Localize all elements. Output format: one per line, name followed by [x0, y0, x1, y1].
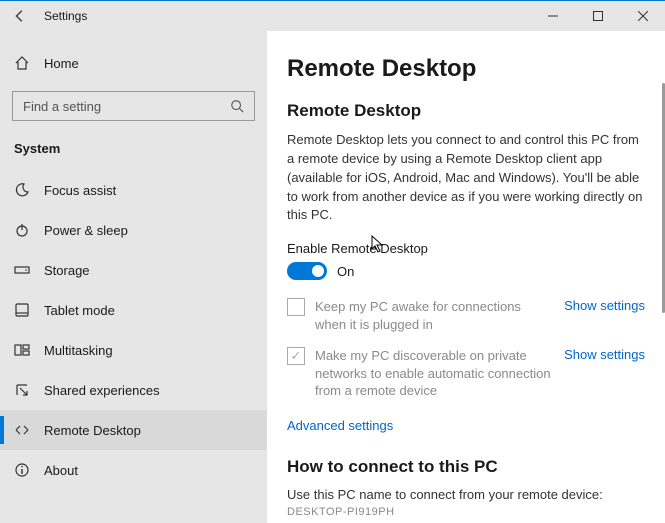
search-icon	[230, 99, 246, 113]
sidebar: Home System Focus assist	[0, 31, 267, 523]
nav-item-label: Power & sleep	[44, 223, 128, 238]
pc-name-value: DESKTOP-PI919PH	[287, 506, 645, 518]
minimize-button[interactable]	[530, 1, 575, 31]
advanced-settings-link[interactable]: Advanced settings	[287, 418, 393, 433]
settings-window: Settings Home System	[0, 0, 665, 523]
option-text: Keep my PC awake for connections when it…	[315, 298, 554, 333]
nav-item-label: Shared experiences	[44, 383, 160, 398]
group-header: System	[0, 127, 267, 164]
page-title: Remote Desktop	[287, 55, 645, 83]
nav-item-shared-experiences[interactable]: Shared experiences	[0, 370, 267, 410]
nav-item-label: About	[44, 463, 78, 478]
nav-item-label: Tablet mode	[44, 303, 115, 318]
power-icon	[14, 222, 30, 238]
connect-title: How to connect to this PC	[287, 457, 645, 477]
keep-awake-checkbox[interactable]	[287, 298, 305, 316]
option-text: Make my PC discoverable on private netwo…	[315, 347, 554, 400]
body: Home System Focus assist	[0, 31, 665, 523]
option-keep-awake: Keep my PC awake for connections when it…	[287, 298, 645, 333]
nav-item-label: Multitasking	[44, 343, 113, 358]
section-title: Remote Desktop	[287, 101, 645, 121]
share-icon	[14, 382, 30, 398]
content-pane: Remote Desktop Remote Desktop Remote Des…	[267, 31, 665, 523]
nav-item-power-sleep[interactable]: Power & sleep	[0, 210, 267, 250]
nav-item-focus-assist[interactable]: Focus assist	[0, 170, 267, 210]
back-button[interactable]	[0, 1, 40, 31]
nav-item-storage[interactable]: Storage	[0, 250, 267, 290]
titlebar: Settings	[0, 1, 665, 31]
connect-text: Use this PC name to connect from your re…	[287, 487, 645, 502]
info-icon	[14, 462, 30, 478]
nav-home[interactable]: Home	[0, 45, 267, 81]
nav-item-tablet-mode[interactable]: Tablet mode	[0, 290, 267, 330]
toggle-label: Enable Remote Desktop	[287, 241, 645, 256]
remote-icon	[14, 422, 30, 438]
show-settings-link[interactable]: Show settings	[564, 298, 645, 313]
nav-item-about[interactable]: About	[0, 450, 267, 490]
search-input[interactable]	[21, 98, 230, 115]
option-discoverable: ✓ Make my PC discoverable on private net…	[287, 347, 645, 400]
toggle-row: On	[287, 262, 645, 280]
nav-list: Focus assist Power & sleep Storage	[0, 170, 267, 490]
show-settings-link[interactable]: Show settings	[564, 347, 645, 362]
multitask-icon	[14, 342, 30, 358]
nav-item-label: Focus assist	[44, 183, 116, 198]
discoverable-checkbox[interactable]: ✓	[287, 347, 305, 365]
nav-item-remote-desktop[interactable]: Remote Desktop	[0, 410, 267, 450]
home-icon	[14, 55, 30, 71]
section-description: Remote Desktop lets you connect to and c…	[287, 131, 645, 225]
window-title: Settings	[44, 9, 87, 23]
tablet-icon	[14, 302, 30, 318]
nav-item-label: Remote Desktop	[44, 423, 141, 438]
moon-icon	[14, 182, 30, 198]
search-box[interactable]	[12, 91, 255, 121]
maximize-button[interactable]	[575, 1, 620, 31]
drive-icon	[14, 262, 30, 278]
close-button[interactable]	[620, 1, 665, 31]
toggle-state: On	[337, 264, 354, 279]
nav-item-label: Storage	[44, 263, 90, 278]
nav-item-multitasking[interactable]: Multitasking	[0, 330, 267, 370]
nav-home-label: Home	[44, 56, 79, 71]
enable-remote-desktop-toggle[interactable]	[287, 262, 327, 280]
